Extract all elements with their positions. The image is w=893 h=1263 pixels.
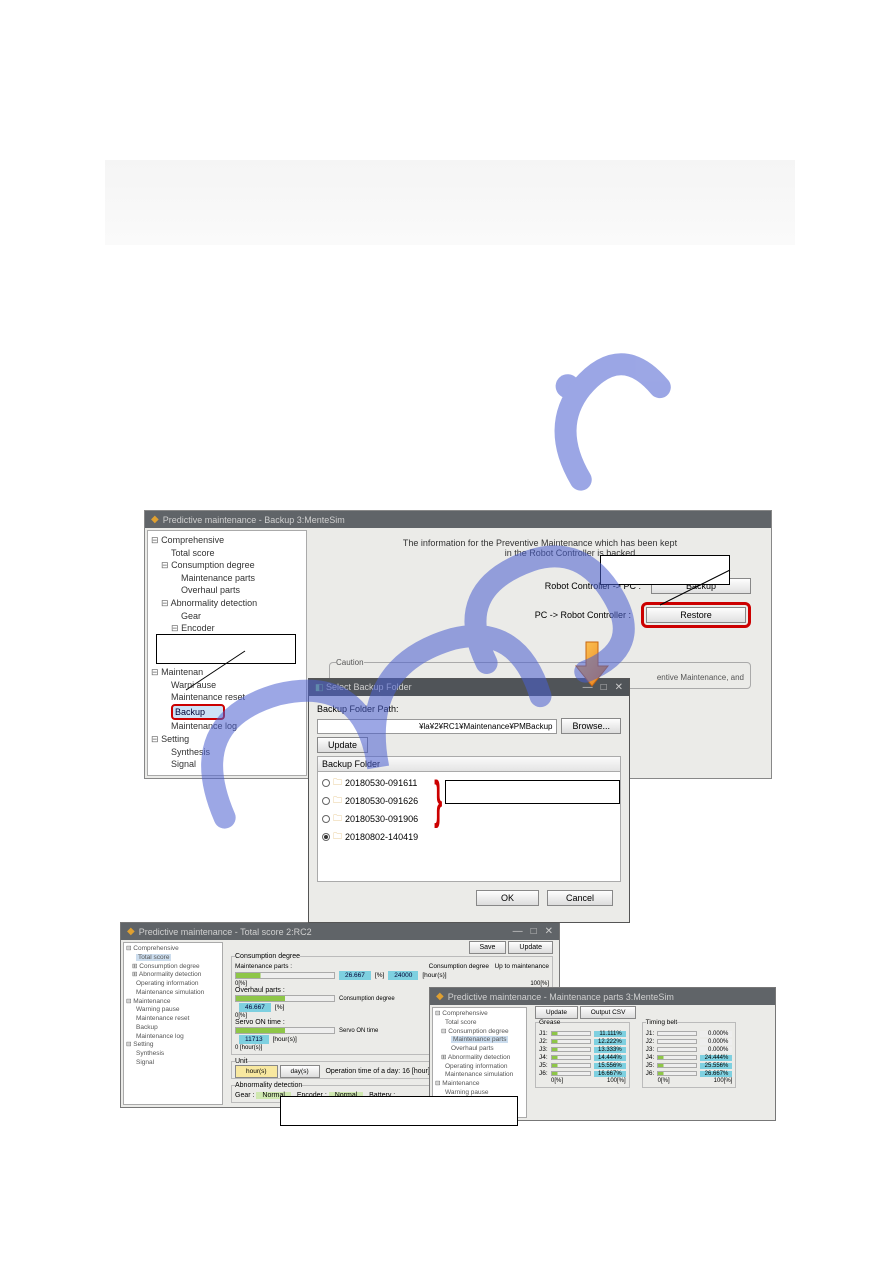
- app-icon: ◆: [127, 926, 135, 937]
- path-input[interactable]: ¥la¥2¥RC1¥Maintenance¥PMBackup: [317, 719, 557, 734]
- callout-box-c: [445, 780, 620, 804]
- tree-maint-log[interactable]: Maintenance log: [151, 720, 303, 733]
- dialog-title-text: Select Backup Folder: [326, 682, 412, 692]
- tree-overhaul[interactable]: Overhaul parts: [151, 584, 303, 597]
- progress-bar: [235, 995, 335, 1002]
- win1-title: Predictive maintenance - Backup 3:MenteS…: [163, 515, 345, 525]
- close-icon[interactable]: ✕: [615, 682, 623, 693]
- pc-to-rc-label: PC -> Robot Controller :: [535, 610, 631, 620]
- folder-item[interactable]: 🗀20180802-140419: [320, 828, 618, 846]
- update-button[interactable]: Update: [535, 1006, 578, 1019]
- leader-line-backup: [185, 650, 275, 700]
- win2-title: Predictive maintenance - Total score 2:R…: [139, 927, 312, 937]
- tree-gear[interactable]: Gear: [151, 610, 303, 623]
- tree-abnormality[interactable]: Abnormality detection: [171, 598, 258, 608]
- tree-maint-parts[interactable]: Maintenance parts: [151, 572, 303, 585]
- tree-setting[interactable]: Setting: [161, 734, 189, 744]
- callout-box-d: [280, 1096, 518, 1126]
- progress-bar: [235, 1027, 335, 1034]
- win1-titlebar: ◆ Predictive maintenance - Backup 3:Ment…: [145, 511, 771, 528]
- progress-bar: [235, 972, 335, 979]
- tree-consumption[interactable]: Consumption degree: [171, 560, 255, 570]
- app-icon: ◆: [151, 514, 159, 525]
- path-label: Backup Folder Path:: [317, 704, 621, 714]
- folder-column-header: Backup Folder: [317, 756, 621, 772]
- tree-backup-selected[interactable]: Backup: [171, 704, 225, 721]
- ok-button[interactable]: OK: [476, 890, 539, 906]
- output-csv-button[interactable]: Output CSV: [580, 1006, 637, 1019]
- tree-signal[interactable]: Signal: [151, 758, 303, 771]
- win3-title: Predictive maintenance - Maintenance par…: [448, 992, 674, 1002]
- page-header-gradient: [105, 160, 795, 245]
- save-button[interactable]: Save: [469, 941, 507, 954]
- update-button[interactable]: Update: [317, 737, 368, 753]
- update-button[interactable]: Update: [508, 941, 553, 954]
- tree2[interactable]: ⊟ Comprehensive Total score ⊞ Consumptio…: [123, 942, 223, 1105]
- tree-comprehensive[interactable]: Comprehensive: [161, 535, 224, 545]
- brace-icon: }: [434, 770, 442, 830]
- days-button[interactable]: day(s): [280, 1065, 320, 1078]
- tree-synthesis[interactable]: Synthesis: [151, 746, 303, 759]
- caution-legend: Caution: [336, 658, 364, 667]
- close-icon[interactable]: ✕: [545, 926, 553, 937]
- app-icon: ◆: [436, 991, 444, 1002]
- tree-total-score[interactable]: Total score: [151, 547, 303, 560]
- arrow-down-icon: [572, 640, 612, 690]
- maximize-icon[interactable]: □: [531, 926, 537, 937]
- hours-button[interactable]: hour(s): [235, 1065, 278, 1078]
- leader-line-restore: [650, 565, 770, 615]
- cancel-button[interactable]: Cancel: [547, 890, 613, 906]
- minimize-icon[interactable]: —: [513, 926, 523, 937]
- tree-encoder[interactable]: Encoder: [181, 623, 215, 633]
- info-text-1: The information for the Preventive Maint…: [329, 538, 751, 548]
- browse-button[interactable]: Browse...: [561, 718, 621, 734]
- folder-item[interactable]: 🗀20180530-091906: [320, 810, 618, 828]
- joint-data-panel: Update Output CSV Grease J1:11.111% J2:1…: [529, 1005, 775, 1120]
